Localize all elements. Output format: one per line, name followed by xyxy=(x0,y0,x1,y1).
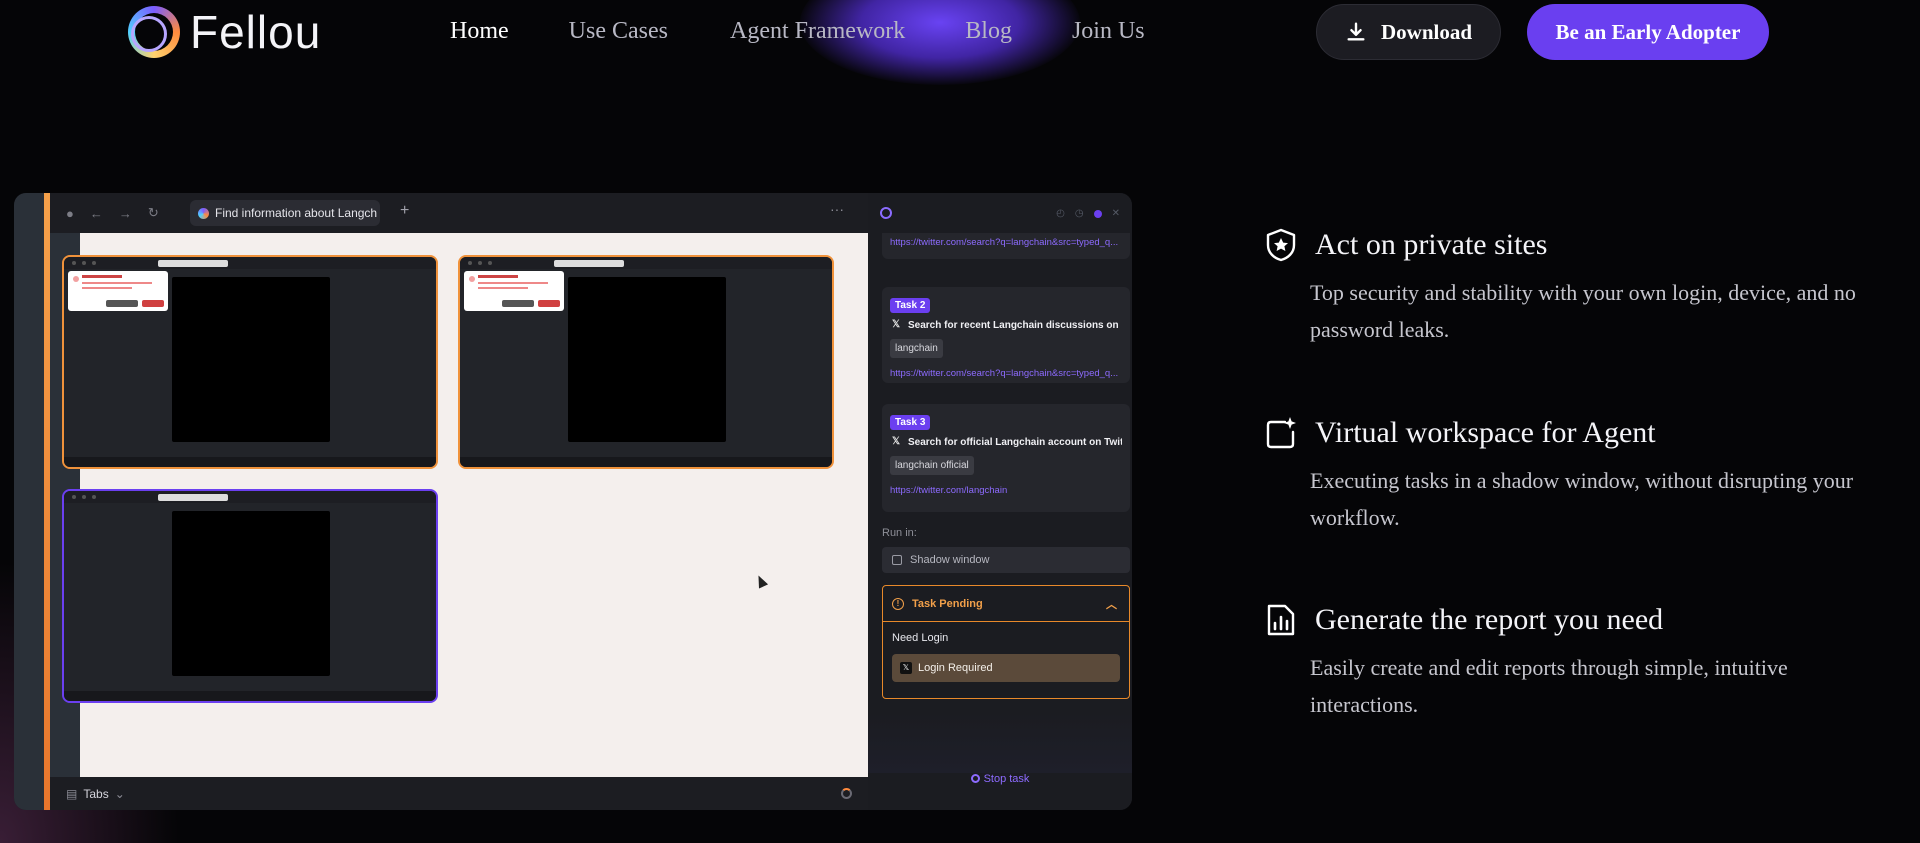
task-title-row: 𝕏 Search for recent Langchain discussion… xyxy=(890,319,1122,331)
history-icon[interactable]: ◴ xyxy=(1056,208,1065,219)
task-keyword-chip: langchain official xyxy=(890,456,974,475)
task-url[interactable]: https://twitter.com/search?q=langchain&s… xyxy=(890,237,1122,248)
run-in-select[interactable]: Shadow window xyxy=(882,547,1130,573)
shield-star-icon xyxy=(1266,228,1296,262)
nav-link-blog[interactable]: Blog xyxy=(965,18,1012,45)
download-button[interactable]: Download xyxy=(1316,4,1501,60)
thumb-toolbar xyxy=(460,257,832,269)
tabs-icon: ▤ xyxy=(66,786,78,801)
chevron-up-icon[interactable]: ︿ xyxy=(1106,596,1117,612)
close-icon[interactable]: ✕ xyxy=(1112,208,1120,219)
nav-link-agent-framework[interactable]: Agent Framework xyxy=(730,18,905,45)
thumb-page-content xyxy=(568,277,726,442)
feature-description: Executing tasks in a shadow window, with… xyxy=(1310,468,1854,530)
login-required-button[interactable]: 𝕏 Login Required xyxy=(892,654,1120,682)
x-logo-icon: 𝕏 xyxy=(891,436,901,447)
tabs-toggle[interactable]: Tabs xyxy=(83,787,108,801)
early-adopter-button[interactable]: Be an Early Adopter xyxy=(1527,4,1769,60)
thumb-footer xyxy=(64,691,436,701)
chevron-down-icon[interactable]: ⌄ xyxy=(115,787,125,801)
thumb-page-content xyxy=(172,277,330,442)
stop-task-label: Stop task xyxy=(983,773,1030,785)
x-logo-icon: 𝕏 xyxy=(900,662,912,674)
task-card[interactable]: https://twitter.com/search?q=langchain&s… xyxy=(882,233,1130,259)
task-pending-title: Task Pending xyxy=(912,597,983,610)
sparkle-window-icon xyxy=(1266,417,1296,449)
tab-title: Find information about Langch xyxy=(215,206,378,220)
feature-title: Generate the report you need xyxy=(1315,603,1664,636)
task-url[interactable]: https://twitter.com/langchain xyxy=(890,485,1122,496)
task-pending-header[interactable]: ! Task Pending ︿ xyxy=(883,586,1129,622)
task-title-row: 𝕏 Search for official Langchain account … xyxy=(890,436,1122,448)
download-icon xyxy=(1347,22,1365,41)
panel-header: ◴ ◷ ✕ xyxy=(868,193,1132,233)
clock-icon[interactable]: ◷ xyxy=(1075,208,1084,219)
back-arrow-icon[interactable]: ← xyxy=(90,206,103,221)
task-badge: Task 2 xyxy=(890,298,931,313)
tab-favicon-icon xyxy=(198,207,209,219)
run-in-value: Shadow window xyxy=(910,554,990,566)
warning-icon: ! xyxy=(892,597,904,610)
task-keyword-chip: langchain xyxy=(890,339,943,358)
bottom-bar: ▤ Tabs ⌄ xyxy=(50,777,868,810)
thumb-footer xyxy=(460,457,832,467)
mouse-cursor-icon xyxy=(753,573,769,589)
loading-spinner-icon xyxy=(841,788,852,799)
stop-icon xyxy=(970,774,980,783)
thumb-page-content xyxy=(172,511,330,676)
feature-title: Act on private sites xyxy=(1315,228,1548,261)
task-pending-box: ! Task Pending ︿ Need Login 𝕏 Login Requ… xyxy=(882,585,1130,699)
panel-fade xyxy=(868,713,1132,773)
task-window-thumbnail[interactable] xyxy=(458,255,834,469)
panel-logo-icon xyxy=(880,207,892,219)
more-options-icon[interactable]: ··· xyxy=(830,201,844,217)
brand-name: Fellou xyxy=(190,6,322,58)
nav-link-join-us[interactable]: Join Us xyxy=(1072,18,1145,45)
window-icon xyxy=(892,555,902,565)
task-title: Search for official Langchain account on… xyxy=(908,436,1122,448)
login-required-popup xyxy=(68,271,168,311)
download-label: Download xyxy=(1380,19,1473,44)
login-required-label: Login Required xyxy=(918,662,993,674)
feature-description: Top security and stability with your own… xyxy=(1310,280,1856,342)
app-sidebar-strip xyxy=(14,193,44,810)
forward-arrow-icon[interactable]: → xyxy=(119,206,132,221)
stop-task-button[interactable]: Stop task xyxy=(868,773,1132,785)
feature-description: Easily create and edit reports through s… xyxy=(1310,655,1788,717)
task-title: Search for recent Langchain discussions … xyxy=(908,319,1122,331)
status-dot-icon xyxy=(1093,209,1102,218)
thumb-toolbar xyxy=(64,491,436,503)
task-card[interactable]: Task 3 𝕏 Search for official Langchain a… xyxy=(882,404,1130,512)
task-card[interactable]: Task 2 𝕏 Search for recent Langchain dis… xyxy=(882,287,1130,383)
fellou-logo-icon xyxy=(128,6,180,58)
shadow-window-canvas xyxy=(50,233,868,777)
top-nav: Fellou Home Use Cases Agent Framework Bl… xyxy=(0,0,1920,85)
agent-task-panel: ◴ ◷ ✕ https://twitter.com/search?q=langc… xyxy=(868,193,1132,810)
brand-logo[interactable]: Fellou xyxy=(128,5,321,59)
login-required-popup xyxy=(464,271,564,311)
nav-link-home[interactable]: Home xyxy=(450,18,509,45)
task-window-thumbnail[interactable] xyxy=(62,255,438,469)
reload-icon[interactable]: ↻ xyxy=(148,205,159,221)
thumb-footer xyxy=(64,457,436,467)
task-url[interactable]: https://twitter.com/search?q=langchain&s… xyxy=(890,368,1122,379)
nav-links: Home Use Cases Agent Framework Blog Join… xyxy=(450,18,1205,45)
browser-toolbar: ● ← → ↻ Find information about Langch ✕ … xyxy=(50,193,868,233)
report-chart-icon xyxy=(1267,604,1295,636)
new-tab-icon[interactable]: + xyxy=(400,202,409,220)
window-dot-icon[interactable]: ● xyxy=(66,206,74,221)
task-badge: Task 3 xyxy=(890,415,931,430)
panel-actions: ◴ ◷ ✕ xyxy=(1056,208,1120,219)
thumb-toolbar xyxy=(64,257,436,269)
task-window-thumbnail[interactable] xyxy=(62,489,438,703)
browser-tab[interactable]: Find information about Langch ✕ xyxy=(190,200,380,226)
run-in-label: Run in: xyxy=(882,527,917,539)
need-login-text: Need Login xyxy=(892,632,949,644)
x-logo-icon: 𝕏 xyxy=(891,319,901,330)
nav-link-use-cases[interactable]: Use Cases xyxy=(569,18,668,45)
feature-title: Virtual workspace for Agent xyxy=(1315,416,1656,449)
app-preview: ● ← → ↻ Find information about Langch ✕ … xyxy=(14,193,1132,810)
